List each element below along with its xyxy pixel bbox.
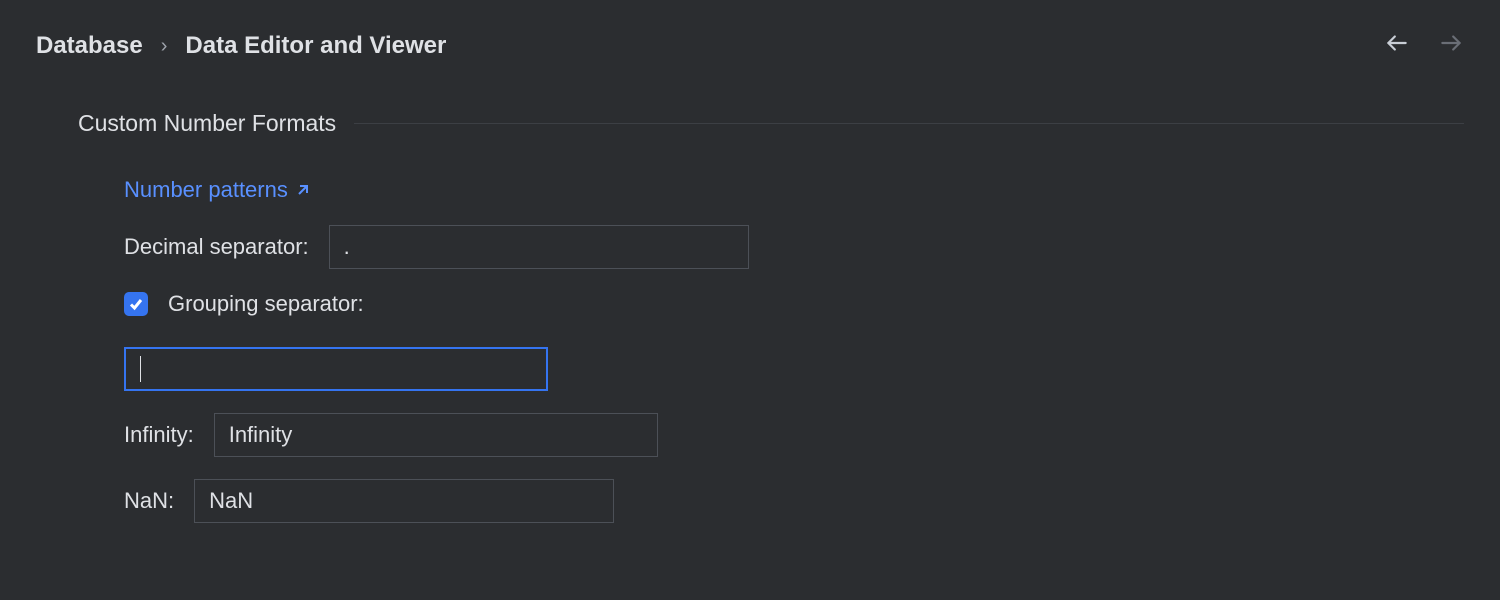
external-link-icon (296, 183, 310, 197)
nan-label: NaN: (124, 488, 174, 514)
settings-header: Database › Data Editor and Viewer (36, 30, 1464, 62)
section-body: Number patterns Decimal separator: Group… (78, 177, 1464, 523)
grouping-separator-input[interactable] (124, 347, 548, 391)
nav-arrows (1384, 30, 1464, 62)
breadcrumb-current: Data Editor and Viewer (185, 32, 446, 60)
section-title: Custom Number Formats (78, 110, 336, 137)
breadcrumb-separator: › (161, 35, 168, 58)
number-patterns-link[interactable]: Number patterns (124, 177, 310, 203)
nan-row: NaN: (124, 479, 1464, 523)
section-header: Custom Number Formats (78, 110, 1464, 137)
grouping-separator-label: Grouping separator: (168, 291, 364, 317)
number-patterns-row: Number patterns (124, 177, 1464, 203)
number-patterns-label: Number patterns (124, 177, 288, 203)
grouping-separator-row: Grouping separator: (124, 291, 1464, 317)
check-icon (128, 296, 144, 312)
infinity-row: Infinity: (124, 413, 1464, 457)
grouping-separator-checkbox[interactable] (124, 292, 148, 316)
decimal-separator-row: Decimal separator: (124, 225, 1464, 269)
nan-input[interactable] (194, 479, 614, 523)
section-divider (354, 123, 1464, 124)
breadcrumb: Database › Data Editor and Viewer (36, 32, 446, 60)
infinity-input[interactable] (214, 413, 658, 457)
forward-button (1438, 30, 1464, 62)
decimal-separator-label: Decimal separator: (124, 234, 309, 260)
grouping-separator-input-row (124, 347, 1464, 391)
breadcrumb-parent[interactable]: Database (36, 32, 143, 60)
custom-number-formats-section: Custom Number Formats Number patterns De… (36, 110, 1464, 523)
infinity-label: Infinity: (124, 422, 194, 448)
decimal-separator-input[interactable] (329, 225, 749, 269)
back-button[interactable] (1384, 30, 1410, 62)
